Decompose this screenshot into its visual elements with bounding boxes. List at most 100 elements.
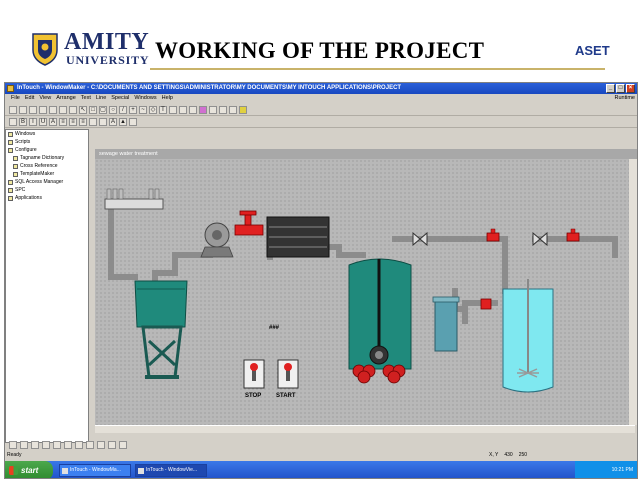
intouch-app-icon [7,85,14,92]
template-icon [13,171,18,177]
font-larger-icon[interactable]: A [109,117,117,126]
tree-item-templatemaker[interactable]: TemplateMaker [6,170,88,178]
minimize-button[interactable]: _ [606,84,615,93]
paint-icon[interactable] [199,105,207,114]
font-icon[interactable]: A [49,117,57,126]
taskbar-item-windowmaker[interactable]: InTouch - WindowMa... [59,464,131,477]
runtime-link[interactable]: Runtime [615,94,635,103]
menu-arrange[interactable]: Arrange [56,94,76,103]
tree-item-applications[interactable]: Applications [6,194,88,202]
tree-item-spc[interactable]: SPC [6,186,88,194]
space-horizontal-icon[interactable] [42,441,50,449]
button-tool-icon[interactable] [179,105,187,114]
bold-icon[interactable]: B [19,117,27,126]
rotate-icon[interactable] [108,441,116,449]
flip-icon[interactable] [119,441,127,449]
value-display: ### [269,325,280,331]
bitmap-icon[interactable] [169,105,177,114]
menu-line[interactable]: Line [96,94,106,103]
close-button[interactable]: × [626,84,635,93]
coord-label: X, Y [489,452,499,458]
rounded-rect-icon[interactable]: ▢ [99,105,107,114]
save-icon[interactable] [29,105,37,114]
cross-reference-icon [13,163,18,169]
new-icon[interactable] [9,105,17,114]
menu-view[interactable]: View [39,94,51,103]
paste-icon[interactable] [59,105,67,114]
undo-icon[interactable] [69,105,77,114]
select-icon[interactable]: ↖ [79,105,87,114]
coordinate-readout: X, Y 430 250 [489,451,527,460]
align-center-icon[interactable]: ≡ [69,117,77,126]
send-back-icon[interactable] [97,441,105,449]
rectangle-icon[interactable]: □ [89,105,97,114]
text-color-icon[interactable] [229,105,237,114]
storage-tank-teal [134,280,188,379]
process-canvas[interactable]: STOP START ### [95,159,635,425]
windowmaker-screenshot: InTouch - WindowMaker - C:\DOCUMENTS AND… [4,82,638,479]
stop-switch[interactable] [243,359,265,389]
maximize-button[interactable]: □ [616,84,625,93]
cut-icon[interactable] [39,105,47,114]
line-icon[interactable]: / [119,105,127,114]
tree-item-cross-reference[interactable]: Cross Reference [6,162,88,170]
tree-item-configure[interactable]: Configure [6,146,88,154]
align-top-icon[interactable] [9,441,17,449]
align-right-icon[interactable]: ≡ [79,117,87,126]
underline-icon[interactable]: U [39,117,47,126]
menu-help[interactable]: Help [162,94,173,103]
menu-file[interactable]: File [11,94,20,103]
align-bottom-icon[interactable] [31,441,39,449]
tree-item-sql-access-manager[interactable]: SQL Access Manager [6,178,88,186]
dictionary-icon [13,155,18,161]
tree-item-tagname-dictionary[interactable]: Tagname Dictionary [6,154,88,162]
folder-icon [8,195,13,201]
bring-front-icon[interactable] [86,441,94,449]
windows-flag-icon [9,466,18,475]
line-style-icon[interactable] [89,117,97,126]
start-button[interactable]: start [5,461,53,478]
horizontal-scrollbar[interactable] [95,425,635,433]
start-label: start [21,466,39,475]
mixing-tank-cyan [502,279,554,393]
system-tray: 10:21 PM [575,461,637,478]
taskbar-item-windowviewer[interactable]: InTouch - WindowVie... [135,464,207,477]
coord-x: 430 [504,452,513,458]
folder-icon [8,131,13,137]
menu-edit[interactable]: Edit [25,94,34,103]
coord-y: 250 [518,452,528,458]
menu-windows[interactable]: Windows [134,94,156,103]
align-left-icon[interactable]: ≡ [59,117,67,126]
align-middle-icon[interactable] [20,441,28,449]
menu-special[interactable]: Special [111,94,129,103]
ellipse-icon[interactable]: ○ [109,105,117,114]
window-title: InTouch - WindowMaker - C:\DOCUMENTS AND… [17,85,402,91]
polygon-icon[interactable]: ◇ [149,105,157,114]
start-switch[interactable] [277,359,299,389]
line-weight-icon[interactable] [99,117,107,126]
pattern-icon[interactable] [129,117,137,126]
polyline-icon[interactable]: ~ [139,105,147,114]
hv-line-icon[interactable]: + [129,105,137,114]
heat-exchanger [266,216,330,258]
menu-text[interactable]: Text [81,94,91,103]
make-cell-icon[interactable] [64,441,72,449]
application-explorer: Windows Scripts Configure Tagname Dictio… [5,129,89,443]
break-cell-icon[interactable] [75,441,83,449]
tree-item-windows[interactable]: Windows [6,130,88,138]
fill-color-icon[interactable] [209,105,217,114]
fill-icon[interactable]: ▲ [119,117,127,126]
folder-icon [8,139,13,145]
window-color-icon[interactable] [239,105,247,114]
tree-item-scripts[interactable]: Scripts [6,138,88,146]
windows-taskbar: start InTouch - WindowMa... InTouch - Wi… [5,461,637,478]
open-icon[interactable] [19,105,27,114]
text-icon[interactable]: T [159,105,167,114]
wizard-icon[interactable] [189,105,197,114]
copy-icon[interactable] [49,105,57,114]
vertical-scrollbar[interactable] [629,159,637,425]
space-vertical-icon[interactable] [53,441,61,449]
arrange-icon[interactable] [9,117,17,126]
line-color-icon[interactable] [219,105,227,114]
italic-icon[interactable]: I [29,117,37,126]
